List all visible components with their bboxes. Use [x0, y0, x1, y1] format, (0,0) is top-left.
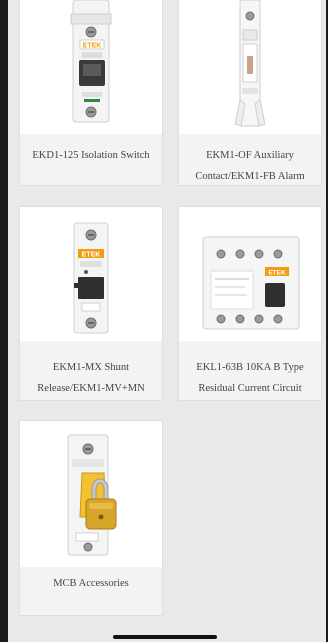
brand-logo: ETEK	[268, 270, 286, 277]
product-card-residual-current-circuit[interactable]: ETEK EKL1-63B 10KA B Type Residual Curre…	[178, 206, 322, 401]
product-name[interactable]: MCB Accessories	[24, 573, 158, 594]
home-indicator[interactable]	[113, 635, 217, 639]
product-name[interactable]: EKD1-125 Isolation Switch	[24, 145, 158, 166]
product-card-shunt-release[interactable]: ETEK EKM1-MX Shunt Release/EKM1-MV+MN	[19, 206, 163, 401]
product-card-mcb-accessories[interactable]: MCB Accessories	[19, 420, 163, 616]
isolation-switch-icon: ETEK	[70, 0, 112, 123]
product-grid-screen: ETEK EKD1-125 Isolation Switch EKM1-OF A…	[8, 0, 326, 642]
shunt-release-icon: ETEK	[73, 222, 109, 334]
brand-logo: ETEK	[82, 252, 101, 259]
auxiliary-contact-icon	[234, 0, 266, 127]
rcd-breaker-icon: ETEK	[202, 236, 300, 330]
product-image: ETEK	[20, 0, 162, 134]
padlock-breaker-icon	[67, 434, 117, 556]
product-image	[20, 421, 162, 567]
brand-logo: ETEK	[83, 43, 102, 50]
product-name[interactable]: EKL1-63B 10KA B Type Residual Current Ci…	[183, 357, 317, 399]
product-card-auxiliary-contact[interactable]: EKM1-OF Auxiliary Contact/EKM1-FB Alarm	[178, 0, 322, 186]
product-name[interactable]: EKM1-MX Shunt Release/EKM1-MV+MN	[24, 357, 158, 399]
product-card-isolation-switch[interactable]: ETEK EKD1-125 Isolation Switch	[19, 0, 163, 186]
product-image	[179, 0, 321, 134]
product-image: ETEK	[20, 207, 162, 341]
product-name[interactable]: EKM1-OF Auxiliary Contact/EKM1-FB Alarm	[183, 145, 317, 187]
product-image: ETEK	[179, 207, 321, 341]
